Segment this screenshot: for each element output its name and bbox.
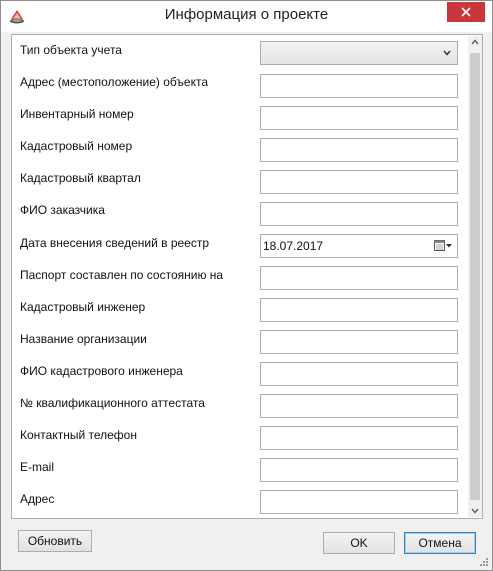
label-registry-date: Дата внесения сведений в реестр	[20, 236, 210, 250]
registry-date-value: 18.07.2017	[263, 239, 324, 253]
label-cadastral-quarter: Кадастровый квартал	[20, 171, 141, 185]
window-title: Информация о проекте	[164, 6, 329, 23]
inventory-number-input[interactable]	[260, 106, 458, 130]
label-email: E-mail	[20, 460, 55, 474]
contact-phone-input[interactable]	[260, 426, 458, 450]
scroll-down-arrow-icon[interactable]	[471, 508, 479, 514]
scroll-up-arrow-icon[interactable]	[471, 39, 479, 45]
label-object-type: Тип объекта учета	[20, 43, 122, 57]
label-passport-date: Паспорт составлен по состоянию на	[20, 268, 224, 282]
cadastral-number-input[interactable]	[260, 138, 458, 162]
cadastral-quarter-input[interactable]	[260, 170, 458, 194]
label-cadastral-engineer: Кадастровый инженер	[20, 300, 146, 314]
engineer-name-input[interactable]	[260, 362, 458, 386]
label-contact-phone: Контактный телефон	[20, 428, 137, 442]
label-cadastral-number: Кадастровый номер	[20, 139, 133, 153]
passport-date-input[interactable]	[260, 266, 458, 290]
label-certificate-number: № квалификационного аттестата	[20, 396, 205, 410]
cadastral-engineer-input[interactable]	[260, 298, 458, 322]
label-engineer-name: ФИО кадастрового инженера	[20, 364, 183, 378]
form-panel: Тип объекта учета Адрес (местоположение)…	[11, 34, 483, 519]
vertical-scrollbar[interactable]	[468, 36, 482, 517]
certificate-number-input[interactable]	[260, 394, 458, 418]
close-icon	[461, 7, 471, 17]
registry-date-picker[interactable]: 18.07.2017	[260, 234, 458, 258]
close-button[interactable]	[447, 2, 485, 22]
title-bar[interactable]: Информация о проекте	[1, 1, 492, 32]
refresh-button[interactable]: Обновить	[18, 530, 92, 552]
project-info-dialog: Информация о проекте Тип объекта учета А…	[0, 0, 493, 571]
chevron-down-icon	[443, 50, 451, 56]
email-input[interactable]	[260, 458, 458, 482]
address-location-input[interactable]	[260, 74, 458, 98]
label-address: Адрес	[20, 492, 55, 506]
customer-name-input[interactable]	[260, 202, 458, 226]
label-organization-name: Название организации	[20, 332, 147, 346]
calendar-icon[interactable]	[434, 240, 452, 252]
cancel-button[interactable]: Отмена	[404, 532, 476, 554]
label-inventory-number: Инвентарный номер	[20, 107, 134, 121]
scrollbar-thumb[interactable]	[470, 53, 480, 500]
address-input[interactable]	[260, 490, 458, 514]
resize-grip-icon[interactable]	[479, 557, 489, 567]
organization-name-input[interactable]	[260, 330, 458, 354]
object-type-select[interactable]	[260, 41, 458, 65]
ok-button[interactable]: OK	[323, 532, 395, 554]
label-address-location: Адрес (местоположение) объекта	[20, 75, 209, 89]
label-customer-name: ФИО заказчика	[20, 203, 105, 217]
